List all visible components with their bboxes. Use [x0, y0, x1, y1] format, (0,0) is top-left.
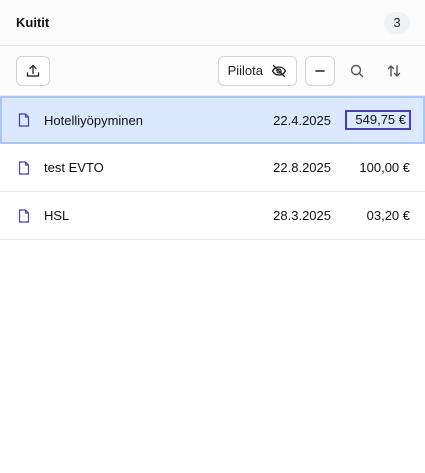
- count-badge: 3: [384, 11, 410, 34]
- eye-off-icon: [271, 64, 287, 77]
- receipt-amount[interactable]: 100,00 €: [345, 158, 411, 178]
- document-icon: [18, 160, 30, 175]
- receipt-name: Hotelliyöpyminen: [44, 112, 143, 128]
- receipt-name: HSL: [44, 208, 70, 223]
- receipt-name: test EVTO: [44, 160, 104, 175]
- sort-button[interactable]: [379, 56, 409, 86]
- collapse-button[interactable]: [305, 55, 335, 86]
- receipt-amount[interactable]: 03,20 €: [345, 206, 411, 226]
- minus-icon: [315, 69, 325, 72]
- receipt-date: 22.4.2025: [273, 112, 331, 128]
- receipt-amount[interactable]: 549,75 €: [345, 110, 411, 130]
- receipt-row[interactable]: Hotelliyöpyminen 22.4.2025 549,75 €: [0, 96, 425, 144]
- receipt-date: 22.8.2025: [273, 160, 331, 175]
- document-icon: [18, 208, 30, 223]
- page-title: Kuitit: [16, 15, 50, 30]
- receipt-row[interactable]: HSL 28.3.2025 03,20 €: [0, 192, 425, 240]
- hide-button-label: Piilota: [227, 63, 263, 78]
- search-icon: [350, 64, 364, 77]
- toolbar: Piilota: [0, 46, 425, 95]
- header: Kuitit 3: [0, 0, 425, 46]
- upload-button[interactable]: [16, 55, 50, 86]
- hide-button[interactable]: Piilota: [217, 55, 297, 86]
- document-icon: [18, 113, 30, 127]
- search-button[interactable]: [342, 56, 372, 86]
- receipt-list: Hotelliyöpyminen 22.4.2025 549,75 € test…: [0, 95, 425, 240]
- receipt-row[interactable]: test EVTO 22.8.2025 100,00 €: [0, 144, 425, 192]
- receipt-date: 28.3.2025: [273, 208, 331, 223]
- upload-icon: [26, 64, 40, 77]
- sort-arrows-icon: [387, 64, 401, 77]
